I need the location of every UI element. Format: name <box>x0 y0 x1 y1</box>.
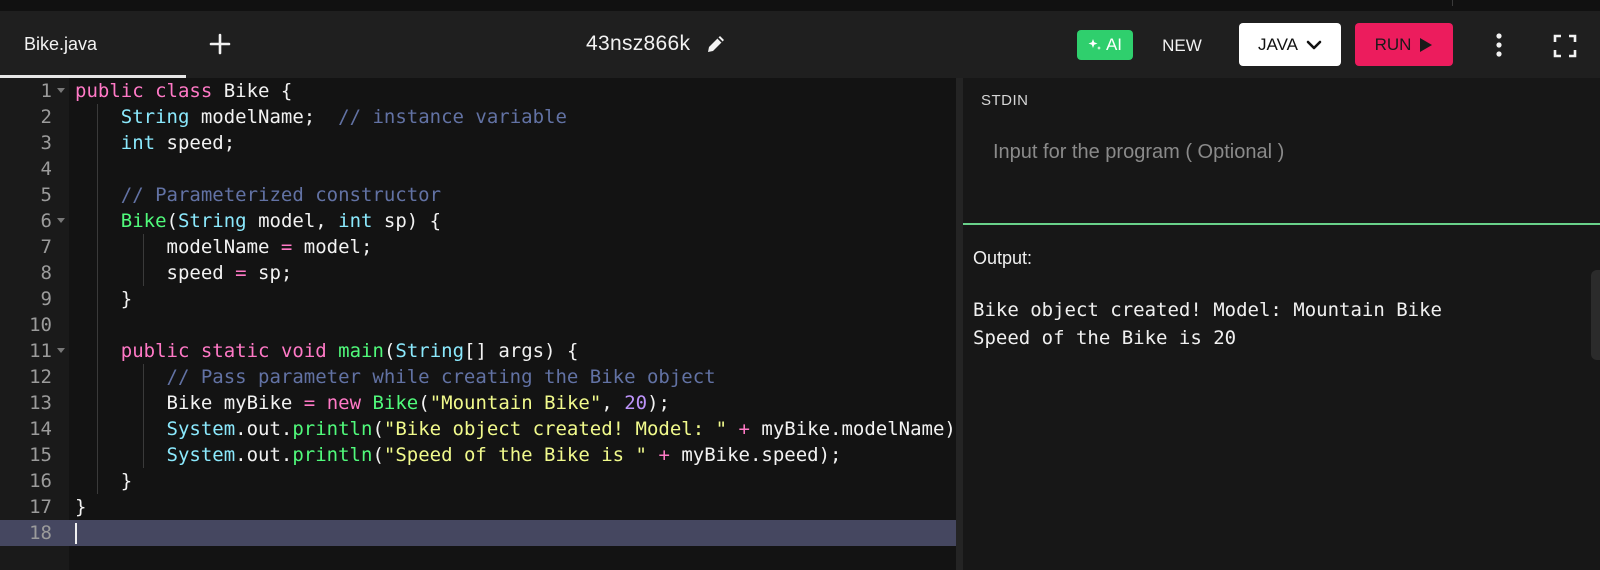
fold-arrow-icon[interactable] <box>57 348 65 353</box>
project-title: 43nsz866k <box>586 32 691 55</box>
output-label: Output: <box>973 248 1033 268</box>
line-number: 17 <box>29 496 52 518</box>
code-line[interactable]: 12 // Pass parameter while creating the … <box>0 364 956 390</box>
code-editor[interactable]: 1 public class Bike { 2 String modelName… <box>0 78 956 570</box>
code-line[interactable]: 13 Bike myBike = new Bike("Mountain Bike… <box>0 390 956 416</box>
code-text: } <box>120 288 133 310</box>
output-line: Bike object created! Model: Mountain Bik… <box>973 299 1442 321</box>
panel-separator[interactable] <box>963 223 1600 225</box>
code-line[interactable]: 11 public static void main(String[] args… <box>0 338 956 364</box>
code-text: // Pass parameter while creating the Bik… <box>166 366 716 388</box>
line-number: 1 <box>40 80 52 102</box>
line-number: 5 <box>40 184 52 206</box>
line-number: 13 <box>29 392 52 414</box>
code-text: int speed; <box>120 132 236 154</box>
code-text: Bike myBike = new Bike("Mountain Bike", … <box>166 392 670 414</box>
code-line[interactable]: 5 // Parameterized constructor <box>0 182 956 208</box>
toolbar: Bike.java 43nsz866k AI NEW JAVA RUN <box>0 11 1600 78</box>
line-number: 8 <box>40 262 52 284</box>
line-number: 3 <box>40 132 52 154</box>
code-text: } <box>75 496 87 518</box>
code-text: System.out.println("Bike object created!… <box>166 418 956 440</box>
fullscreen-icon[interactable] <box>1553 34 1577 58</box>
code-text: Bike(String model, int sp) { <box>120 210 442 232</box>
vertical-dots-icon[interactable] <box>1487 31 1511 59</box>
pane-resize-handle[interactable] <box>956 78 963 570</box>
project-title-group: 43nsz866k <box>586 30 728 58</box>
text-cursor <box>75 523 77 544</box>
line-number: 11 <box>29 340 52 362</box>
code-text: System.out.println("Speed of the Bike is… <box>166 444 842 466</box>
code-line[interactable]: 4 <box>0 156 956 182</box>
fold-arrow-icon[interactable] <box>57 88 65 93</box>
line-number: 4 <box>40 158 52 180</box>
code-text: public class Bike { <box>75 80 293 102</box>
code-line[interactable]: 14 System.out.println("Bike object creat… <box>0 416 956 442</box>
code-line[interactable]: 16 } <box>0 468 956 494</box>
code-line[interactable]: 6 Bike(String model, int sp) { <box>0 208 956 234</box>
code-text: modelName = model; <box>166 236 373 258</box>
line-number: 10 <box>29 314 52 336</box>
language-select[interactable]: JAVA <box>1239 23 1341 66</box>
code-text: speed = sp; <box>166 262 293 284</box>
indent-guide <box>97 312 98 338</box>
io-panel: STDIN Output: Bike object created! Model… <box>963 78 1600 570</box>
line-number: 14 <box>29 418 52 440</box>
language-select-value: JAVA <box>1258 34 1298 54</box>
play-icon <box>1420 37 1433 52</box>
code-line-active[interactable]: 18 <box>0 520 956 546</box>
line-number: 18 <box>0 520 52 546</box>
run-button[interactable]: RUN <box>1355 23 1453 66</box>
file-tab-label: Bike.java <box>24 34 98 54</box>
code-line[interactable]: 10 <box>0 312 956 338</box>
top-strip <box>0 0 1600 11</box>
code-text: public static void main(String[] args) { <box>120 340 579 362</box>
code-line[interactable]: 17 } <box>0 494 956 520</box>
code-line[interactable]: 15 System.out.println("Speed of the Bike… <box>0 442 956 468</box>
code-text: String modelName; // instance variable <box>120 106 567 128</box>
plus-icon[interactable] <box>207 31 233 57</box>
stdin-label: STDIN <box>981 92 1029 109</box>
line-number: 2 <box>40 106 52 128</box>
code-line[interactable]: 2 String modelName; // instance variable <box>0 104 956 130</box>
code-text: // Parameterized constructor <box>120 184 442 206</box>
strip-tick <box>1452 0 1453 6</box>
indent-guide <box>97 156 98 182</box>
line-number: 16 <box>29 470 52 492</box>
code-line[interactable]: 9 } <box>0 286 956 312</box>
ai-button[interactable]: AI <box>1077 30 1133 60</box>
line-number: 7 <box>40 236 52 258</box>
code-line[interactable]: 3 int speed; <box>0 130 956 156</box>
output-console: Bike object created! Model: Mountain Bik… <box>973 296 1442 352</box>
chevron-down-icon <box>1306 40 1322 49</box>
stdin-input[interactable] <box>993 136 1583 168</box>
output-line: Speed of the Bike is 20 <box>973 327 1237 349</box>
code-line[interactable]: 8 speed = sp; <box>0 260 956 286</box>
line-number: 6 <box>40 210 52 232</box>
line-number: 15 <box>29 444 52 466</box>
code-line[interactable]: 7 modelName = model; <box>0 234 956 260</box>
fold-arrow-icon[interactable] <box>57 218 65 223</box>
new-button[interactable]: NEW <box>1150 33 1214 59</box>
code-text: } <box>120 470 133 492</box>
line-number: 12 <box>29 366 52 388</box>
pencil-icon[interactable] <box>704 32 728 56</box>
run-button-label: RUN <box>1374 34 1412 54</box>
line-number: 9 <box>40 288 52 310</box>
ai-button-label: AI <box>1105 35 1123 54</box>
file-tab[interactable]: Bike.java <box>0 11 186 78</box>
panel-scroll-handle[interactable] <box>1591 270 1600 360</box>
sparkle-icon <box>1088 39 1101 50</box>
code-line[interactable]: 1 public class Bike { <box>0 78 956 104</box>
